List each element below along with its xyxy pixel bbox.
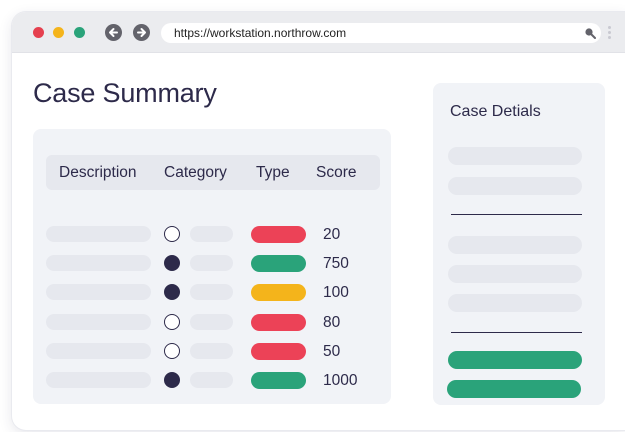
table-row[interactable]: 750 (33, 255, 391, 273)
address-bar[interactable]: https://workstation.northrow.com (161, 23, 601, 43)
table-row[interactable]: 100 (33, 284, 391, 302)
browser-window: https://workstation.northrow.com Case Su… (12, 12, 625, 430)
column-header-type[interactable]: Type (256, 164, 290, 182)
description-placeholder (46, 313, 151, 330)
category-radio[interactable] (164, 226, 180, 242)
type-pill (251, 313, 306, 331)
description-placeholder (46, 226, 151, 242)
minimize-window-button[interactable] (53, 27, 64, 38)
score-value: 100 (323, 284, 349, 302)
category-placeholder (190, 372, 233, 388)
table-row[interactable]: 1000 (33, 372, 391, 390)
arrow-left-icon (109, 28, 118, 37)
back-button[interactable] (105, 24, 122, 41)
maximize-window-button[interactable] (74, 27, 85, 38)
table-header: Description Category Type Score (46, 155, 380, 190)
table-row[interactable]: 50 (33, 342, 391, 361)
description-placeholder (46, 342, 151, 359)
description-placeholder (46, 255, 151, 272)
forward-button[interactable] (133, 24, 150, 41)
column-header-description[interactable]: Description (59, 164, 137, 182)
category-placeholder (190, 255, 233, 272)
url-text: https://workstation.northrow.com (174, 26, 347, 40)
score-value: 1000 (323, 372, 358, 389)
close-window-button[interactable] (33, 27, 44, 38)
description-placeholder (46, 284, 151, 301)
arrow-right-icon (137, 28, 146, 37)
category-placeholder (190, 313, 233, 330)
page-title: Case Summary (33, 78, 217, 108)
type-pill (251, 284, 306, 302)
detail-placeholder (448, 294, 582, 312)
description-placeholder (46, 372, 151, 388)
category-radio[interactable] (164, 372, 180, 388)
detail-placeholder (448, 177, 582, 195)
type-pill (251, 226, 306, 243)
type-pill (251, 255, 306, 273)
column-header-category[interactable]: Category (164, 164, 227, 182)
detail-placeholder (448, 147, 582, 165)
detail-action-bar[interactable] (448, 351, 582, 369)
category-radio[interactable] (164, 284, 180, 301)
more-options-icon[interactable] (608, 26, 611, 41)
category-placeholder (190, 226, 233, 242)
type-pill (251, 342, 306, 360)
score-value: 20 (323, 226, 341, 243)
table-row[interactable]: 20 (33, 226, 391, 244)
table-row[interactable]: 80 (33, 313, 391, 332)
category-radio[interactable] (164, 342, 180, 359)
category-placeholder (190, 284, 233, 301)
score-value: 80 (323, 313, 341, 331)
score-value: 750 (323, 255, 349, 273)
type-pill (251, 372, 306, 389)
divider (451, 332, 582, 333)
column-header-score[interactable]: Score (316, 164, 357, 182)
search-icon[interactable] (584, 27, 596, 39)
detail-placeholder (448, 265, 582, 283)
detail-action-bar[interactable] (447, 380, 581, 398)
browser-toolbar: https://workstation.northrow.com (12, 12, 625, 53)
category-radio[interactable] (164, 255, 180, 272)
case-table: Description Category Type Score 20 750 100… (33, 129, 391, 404)
case-details-panel: Case Detials (433, 83, 605, 405)
score-value: 50 (323, 342, 341, 360)
detail-placeholder (448, 236, 582, 254)
divider (451, 214, 582, 215)
category-placeholder (190, 342, 233, 359)
case-details-title: Case Detials (450, 103, 541, 120)
category-radio[interactable] (164, 313, 180, 330)
